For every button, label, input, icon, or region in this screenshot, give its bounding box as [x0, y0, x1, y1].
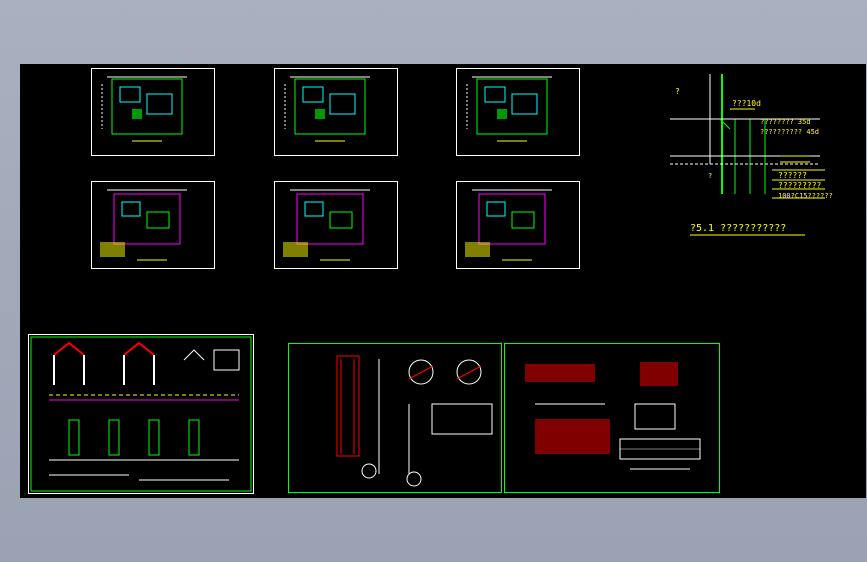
column-detail-drawing: [336, 355, 493, 487]
detail-label-3: ?????????? 45d: [760, 128, 819, 136]
cad-model-space[interactable]: ? ???10d ???????? 35d ?????????? 45d ? ?…: [20, 64, 866, 498]
floor-plan-sheet-4[interactable]: [91, 181, 215, 269]
detail-label-5: ??????: [778, 171, 807, 180]
floor-plan-drawing: [101, 76, 187, 142]
detail-label-4: ?: [708, 172, 712, 180]
floor-plan-sheet-5[interactable]: [274, 181, 398, 269]
column-detail-sheet[interactable]: [288, 343, 502, 493]
detail-label-7: 100?C15??????: [778, 192, 833, 200]
beam-detail-sheet[interactable]: [504, 343, 720, 493]
detail-title: ?5.1 ???????????: [690, 223, 786, 234]
detail-label-1: ???10d: [732, 99, 761, 108]
foundation-detail-drawing: ? ???10d ???????? 35d ?????????? 45d ? ?…: [670, 74, 833, 236]
floor-plan-sheet-2[interactable]: [274, 68, 398, 156]
foundation-detail[interactable]: ? ???10d ???????? 35d ?????????? 45d ? ?…: [660, 74, 860, 249]
beam-detail-drawing: [525, 362, 701, 470]
floor-plan-drawing: [465, 189, 552, 261]
detail-label-0: ?: [675, 87, 680, 96]
floor-plan-sheet-1[interactable]: [91, 68, 215, 156]
elevation-section-sheet[interactable]: [28, 334, 254, 494]
floor-plan-sheet-6[interactable]: [456, 181, 580, 269]
floor-plan-drawing: [284, 76, 370, 142]
floor-plan-sheet-3[interactable]: [456, 68, 580, 156]
floor-plan-drawing: [283, 189, 370, 261]
elevation-section-drawing: [30, 336, 252, 492]
floor-plan-drawing: [100, 189, 187, 261]
detail-label-2: ???????? 35d: [760, 118, 811, 126]
floor-plan-drawing: [466, 76, 552, 142]
detail-label-6: ?????????: [778, 181, 822, 190]
